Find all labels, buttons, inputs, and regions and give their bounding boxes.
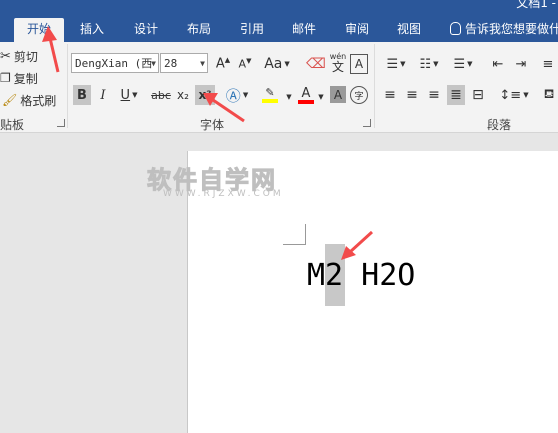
- arrow-to-selected-text: [341, 230, 374, 260]
- annotation-arrows: [42, 26, 374, 260]
- arrow-to-superscript: [203, 93, 245, 123]
- arrow-to-home-tab: [42, 26, 60, 73]
